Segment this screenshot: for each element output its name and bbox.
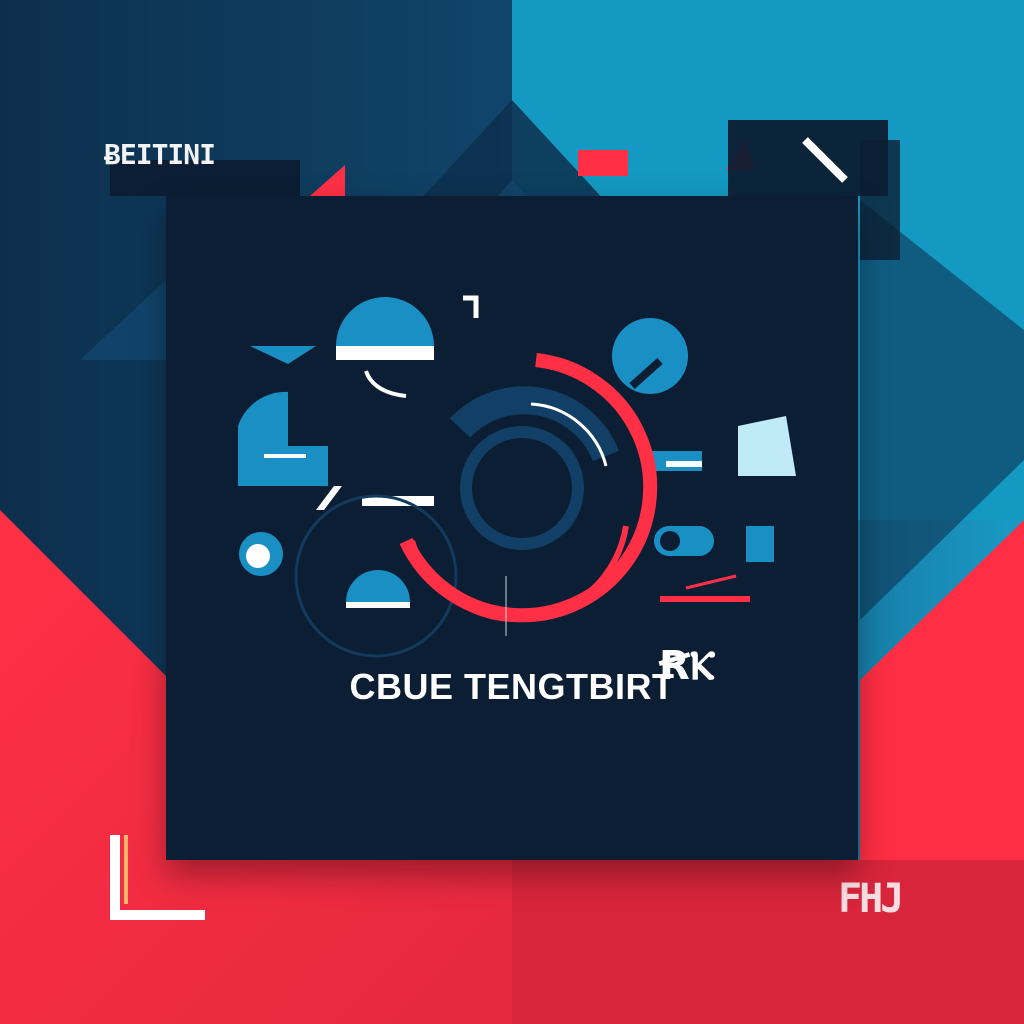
logo-graphic xyxy=(238,295,796,658)
brand-name: CBUE TENGTBIRT xyxy=(349,666,675,707)
ring-logo-icon xyxy=(399,353,658,623)
chat-bubble-icon xyxy=(250,297,434,398)
dome-icon xyxy=(346,570,410,608)
logo-card: ꞦⲔ CBUE TENGTBIRT xyxy=(166,196,858,860)
red-tag-shape xyxy=(578,150,628,176)
corner-mark-bottom-right: FHJ xyxy=(838,876,904,922)
document-icon xyxy=(238,391,328,486)
corner-mark-top-left: ɃEITINI xyxy=(104,138,216,171)
cube-icon xyxy=(646,416,796,476)
